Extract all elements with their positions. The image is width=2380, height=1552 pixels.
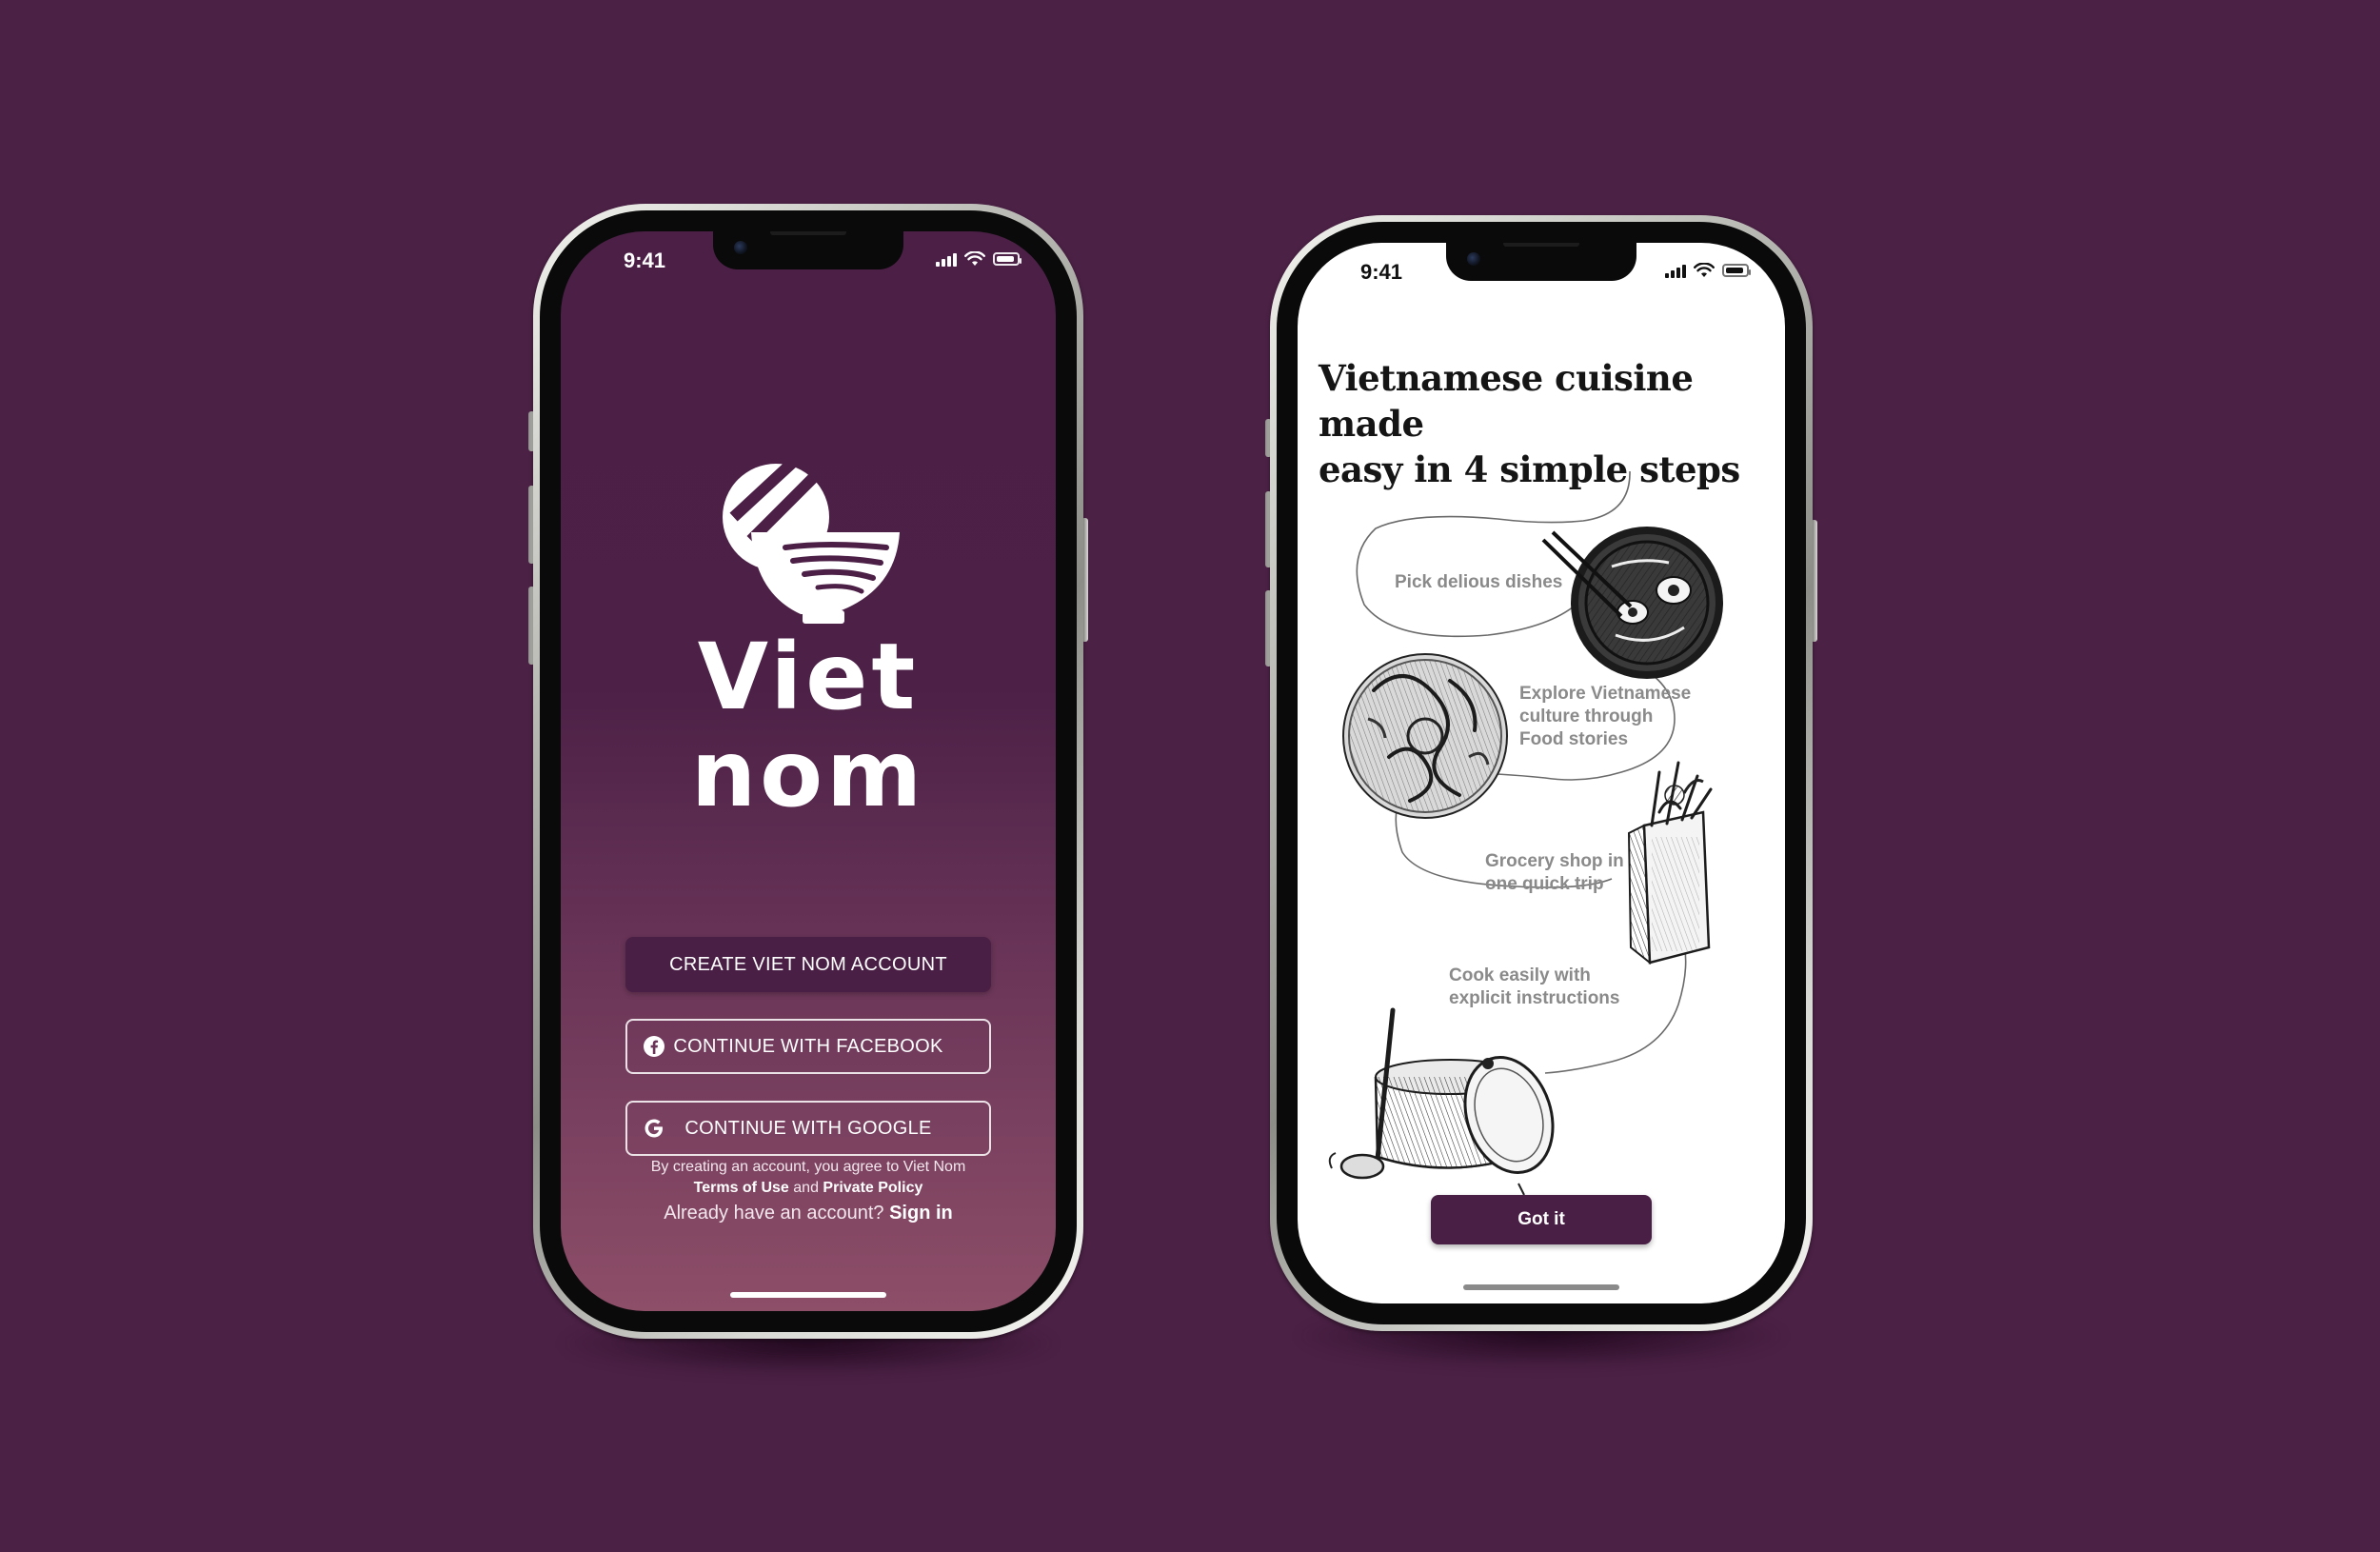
google-icon <box>645 1119 663 1138</box>
step-2-label: Explore Vietnamese culture through Food … <box>1519 683 1691 751</box>
step-2-line-2: culture through <box>1519 706 1654 726</box>
legal-and: and <box>793 1180 819 1196</box>
status-time: 9:41 <box>624 249 666 272</box>
battery-icon <box>1722 264 1751 277</box>
cellular-signal-icon <box>936 251 957 267</box>
step-3-label: Grocery shop in one quick trip <box>1485 850 1624 896</box>
google-label: CONTINUE WITH GOOGLE <box>684 1117 932 1139</box>
legal-prefix: By creating an account, you agree to Vie… <box>650 1159 966 1175</box>
step-1-line-1: Pick delious dishes <box>1395 572 1563 592</box>
viet-nom-logo <box>561 460 1056 627</box>
wordmark-nom: nom <box>690 721 926 827</box>
wordmark-viet: Viet <box>697 624 920 730</box>
sign-in-link[interactable]: Sign in <box>889 1203 953 1224</box>
mockup-stage: 9:41 Viet nom CREATE VIET NOM ACCOUNT CO… <box>0 0 2380 1552</box>
steps-illustration <box>1328 470 1723 1196</box>
continue-facebook-button[interactable]: CONTINUE WITH FACEBOOK <box>625 1019 991 1074</box>
continue-google-button[interactable]: CONTINUE WITH GOOGLE <box>625 1101 991 1156</box>
wifi-icon <box>1694 263 1715 277</box>
home-indicator[interactable] <box>1463 1284 1619 1290</box>
step-2-line-3: Food stories <box>1519 729 1629 749</box>
step-3-line-2: one quick trip <box>1485 874 1604 894</box>
cellular-signal-icon <box>1665 263 1686 278</box>
status-bar: 9:41 <box>561 231 1056 289</box>
step-1-label: Pick delious dishes <box>1395 571 1562 594</box>
step-2-line-1: Explore Vietnamese <box>1519 684 1692 704</box>
left-phone: 9:41 Viet nom CREATE VIET NOM ACCOUNT CO… <box>528 204 1088 1377</box>
onboarding-screen: 9:41 Vietnamese cuisine made easy in 4 s… <box>1298 243 1785 1303</box>
got-it-button[interactable]: Got it <box>1431 1195 1652 1244</box>
grocery-bag-illustration <box>1627 761 1713 965</box>
step-4-line-2: explicit instructions <box>1449 988 1620 1008</box>
pho-bowl-illustration <box>1541 527 1723 679</box>
cooking-pot-illustration <box>1328 1007 1555 1196</box>
battery-icon <box>993 252 1021 266</box>
status-bar: 9:41 <box>1298 243 1785 300</box>
signin-prompt-text: Already have an account? <box>664 1203 884 1224</box>
signup-screen: 9:41 Viet nom CREATE VIET NOM ACCOUNT CO… <box>561 231 1056 1311</box>
legal-notice: By creating an account, you agree to Vie… <box>599 1157 1018 1199</box>
got-it-label: Got it <box>1517 1209 1565 1229</box>
step-3-line-1: Grocery shop in <box>1485 851 1624 871</box>
dragon-drum-illustration <box>1342 653 1508 819</box>
step-4-label: Cook easily with explicit instructions <box>1449 965 1619 1010</box>
pho-bowl-logo-icon <box>723 460 900 624</box>
create-account-label: CREATE VIET NOM ACCOUNT <box>669 953 947 975</box>
facebook-icon <box>644 1036 664 1057</box>
home-indicator[interactable] <box>730 1292 886 1298</box>
wifi-icon <box>964 251 985 266</box>
terms-of-use-link[interactable]: Terms of Use <box>694 1180 789 1196</box>
privacy-policy-link[interactable]: Private Policy <box>823 1180 922 1196</box>
signin-prompt: Already have an account? Sign in <box>561 1203 1056 1224</box>
status-time: 9:41 <box>1360 260 1403 284</box>
create-account-button[interactable]: CREATE VIET NOM ACCOUNT <box>625 937 991 992</box>
right-phone: 9:41 Vietnamese cuisine made easy in 4 s… <box>1265 215 1817 1369</box>
step-4-line-1: Cook easily with <box>1449 965 1591 985</box>
facebook-label: CONTINUE WITH FACEBOOK <box>673 1035 943 1057</box>
